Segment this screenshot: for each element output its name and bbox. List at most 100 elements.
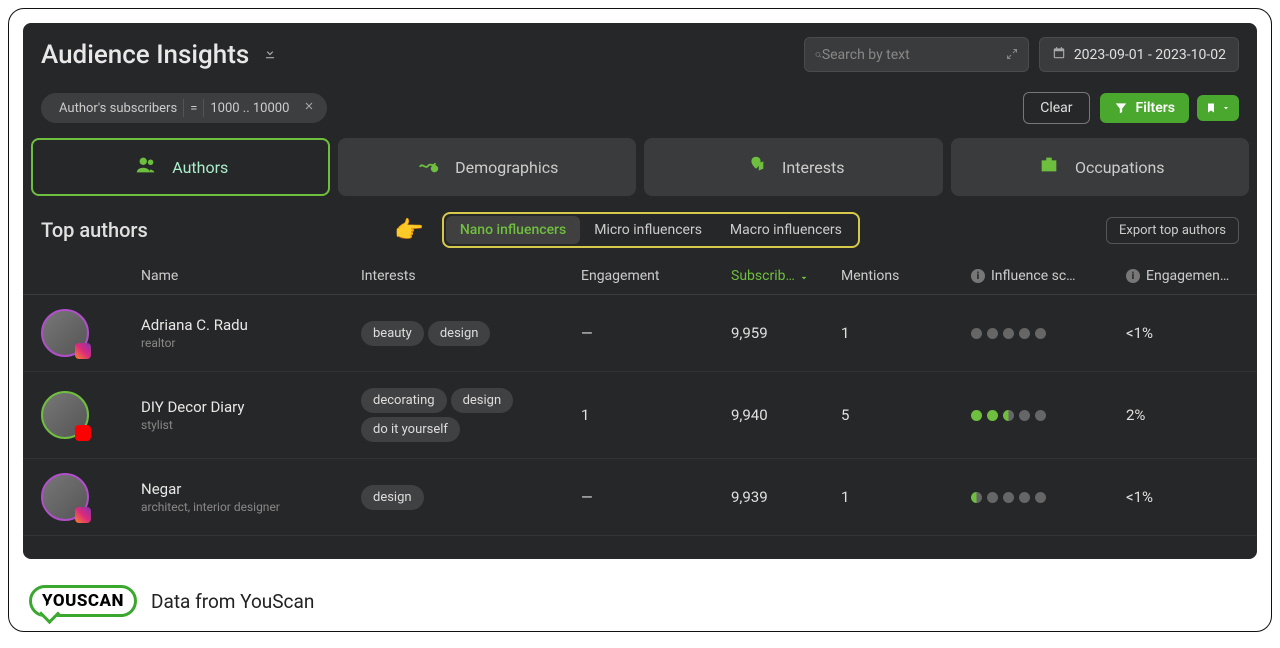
download-icon[interactable]: [263, 45, 277, 64]
influence-dot: [1019, 328, 1030, 339]
influence-dot: [971, 492, 982, 503]
tab-interests-label: Interests: [782, 158, 844, 177]
interest-tag[interactable]: do it yourself: [361, 417, 460, 442]
tab-interests[interactable]: Interests: [644, 138, 943, 196]
influence-cell: [971, 328, 1126, 339]
export-button[interactable]: Export top authors: [1106, 217, 1239, 244]
bookmark-icon: [1205, 102, 1217, 114]
chip-remove-icon[interactable]: [303, 100, 315, 116]
date-range-picker[interactable]: 2023-09-01 - 2023-10-02: [1039, 37, 1239, 72]
influence-dot: [971, 410, 982, 421]
table-row[interactable]: Negar architect, interior designer desig…: [23, 459, 1257, 536]
influence-dot: [1003, 410, 1014, 421]
mentions-cell: 1: [841, 324, 971, 342]
influence-dot: [987, 492, 998, 503]
influence-dot: [1035, 328, 1046, 339]
clear-button[interactable]: Clear: [1023, 92, 1089, 124]
tab-authors[interactable]: Authors: [31, 138, 330, 196]
table-row[interactable]: Adriana C. Radu realtor beautydesign — 9…: [23, 295, 1257, 372]
youscan-logo: YOUSCAN: [29, 585, 137, 617]
engagement-cell: —: [581, 488, 731, 506]
influence-dot: [1035, 410, 1046, 421]
col-subscribers[interactable]: Subscrib…: [731, 268, 841, 284]
interest-tag[interactable]: beauty: [361, 321, 424, 346]
tab-authors-label: Authors: [172, 158, 228, 177]
influence-dot: [1019, 492, 1030, 503]
funnel-icon: [1114, 101, 1128, 115]
pointer-emoji: 👉: [394, 216, 424, 244]
interests-cell: decoratingdesign do it yourself: [361, 386, 581, 444]
influence-dot: [987, 328, 998, 339]
tab-occupations[interactable]: Occupations: [951, 138, 1250, 196]
authors-icon: [132, 154, 160, 180]
influence-dot: [1003, 328, 1014, 339]
col-engagement-rate[interactable]: iEngagemen…: [1126, 268, 1256, 284]
search-input-container[interactable]: [804, 37, 1029, 72]
avatar[interactable]: [41, 309, 89, 357]
occupations-icon: [1035, 154, 1063, 180]
filters-button[interactable]: Filters: [1100, 93, 1189, 123]
chip-label: Author's subscribers: [53, 101, 183, 116]
interests-cell: design: [361, 483, 581, 512]
table-row[interactable]: DIY Decor Diary stylist decoratingdesign…: [23, 372, 1257, 459]
interest-tag[interactable]: design: [451, 388, 514, 413]
engagement-rate-cell: <1%: [1126, 324, 1256, 342]
page-title: Audience Insights: [41, 40, 249, 70]
seg-micro-button[interactable]: Micro influencers: [580, 216, 716, 244]
author-name: Negar: [141, 480, 361, 498]
author-name: Adriana C. Radu: [141, 316, 361, 334]
col-engagement[interactable]: Engagement: [581, 268, 731, 284]
influence-dot: [1003, 492, 1014, 503]
expand-icon[interactable]: [1006, 45, 1018, 64]
author-name: DIY Decor Diary: [141, 398, 361, 416]
avatar[interactable]: [41, 391, 89, 439]
tab-occupations-label: Occupations: [1075, 158, 1165, 177]
table-header: Name Interests Engagement Subscrib… Ment…: [23, 260, 1257, 295]
subscribers-cell: 9,959: [731, 324, 841, 342]
tab-demographics[interactable]: Demographics: [338, 138, 637, 196]
seg-macro-button[interactable]: Macro influencers: [716, 216, 856, 244]
mentions-cell: 1: [841, 488, 971, 506]
interest-tag[interactable]: design: [361, 485, 424, 510]
demographics-icon: [415, 154, 443, 180]
engagement-rate-cell: <1%: [1126, 488, 1256, 506]
influence-dot: [1035, 492, 1046, 503]
engagement-cell: —: [581, 324, 731, 342]
interests-cell: beautydesign: [361, 319, 581, 348]
bookmark-dropdown-button[interactable]: [1197, 95, 1239, 121]
col-mentions[interactable]: Mentions: [841, 268, 971, 284]
section-title: Top authors: [41, 218, 148, 242]
col-interests[interactable]: Interests: [361, 268, 581, 284]
author-subtitle: stylist: [141, 418, 361, 432]
influence-dot: [1019, 410, 1030, 421]
search-icon: [815, 48, 822, 62]
platform-badge-yt: [75, 425, 91, 441]
date-range-text: 2023-09-01 - 2023-10-02: [1074, 47, 1226, 63]
col-influence[interactable]: iInfluence sc…: [971, 268, 1126, 284]
author-subtitle: architect, interior designer: [141, 500, 361, 514]
interests-icon: [742, 154, 770, 180]
author-subtitle: realtor: [141, 336, 361, 350]
col-name[interactable]: Name: [141, 268, 361, 284]
calendar-icon: [1052, 45, 1066, 64]
interest-tag[interactable]: design: [428, 321, 491, 346]
subscribers-cell: 9,939: [731, 488, 841, 506]
influence-cell: [971, 492, 1126, 503]
platform-badge-ig: [75, 343, 91, 359]
chip-op: =: [184, 101, 203, 116]
interest-tag[interactable]: decorating: [361, 388, 447, 413]
search-input[interactable]: [822, 47, 1000, 63]
seg-nano-button[interactable]: Nano influencers: [446, 216, 580, 244]
filter-chip-subscribers[interactable]: Author's subscribers = 1000 .. 10000: [41, 93, 327, 123]
mentions-cell: 5: [841, 406, 971, 424]
avatar[interactable]: [41, 473, 89, 521]
influence-cell: [971, 410, 1126, 421]
info-icon: i: [1126, 269, 1140, 283]
influencer-segment-group: Nano influencers Micro influencers Macro…: [442, 212, 860, 248]
engagement-cell: 1: [581, 406, 731, 424]
sort-desc-icon: [799, 271, 809, 281]
filters-button-label: Filters: [1136, 100, 1175, 116]
engagement-rate-cell: 2%: [1126, 406, 1256, 424]
influence-dot: [971, 328, 982, 339]
info-icon: i: [971, 269, 985, 283]
